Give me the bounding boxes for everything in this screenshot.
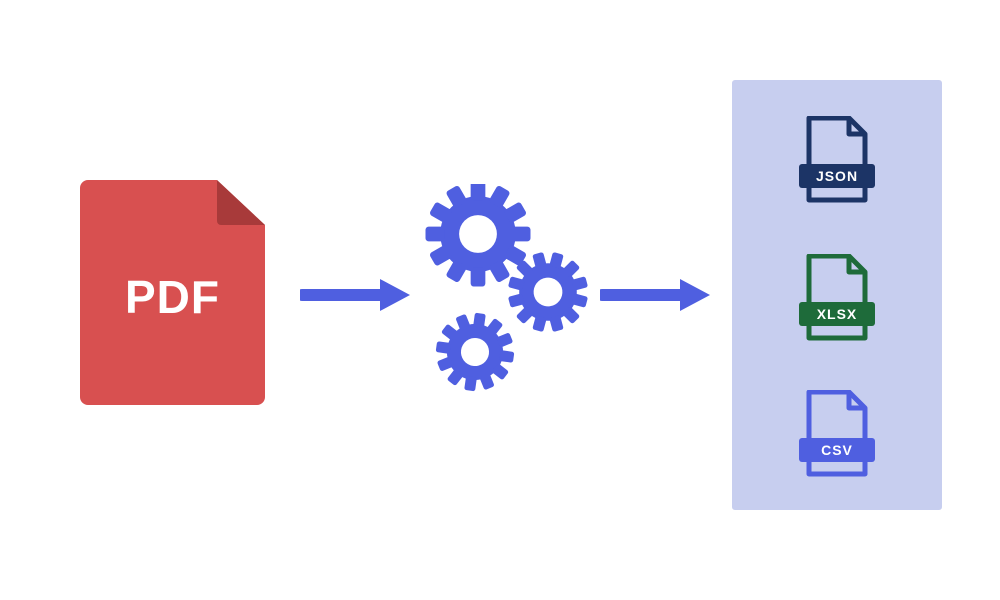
pdf-file-icon: PDF <box>80 180 265 405</box>
xlsx-band: XLSX <box>799 302 875 326</box>
arrow-right-icon <box>600 278 710 312</box>
output-panel: JSON XLSX CSV <box>732 80 942 510</box>
gears-icon <box>420 184 595 399</box>
xlsx-label: XLSX <box>817 306 858 322</box>
pdf-file-fold <box>217 180 265 225</box>
xlsx-file-icon: XLSX <box>803 254 871 342</box>
csv-label: CSV <box>821 442 853 458</box>
json-file-icon: JSON <box>803 116 871 204</box>
arrow-right-icon <box>300 278 410 312</box>
pdf-label: PDF <box>80 270 265 324</box>
json-band: JSON <box>799 164 875 188</box>
csv-band: CSV <box>799 438 875 462</box>
json-label: JSON <box>816 168 858 184</box>
conversion-diagram: PDF <box>0 0 1000 600</box>
csv-file-icon: CSV <box>803 390 871 478</box>
